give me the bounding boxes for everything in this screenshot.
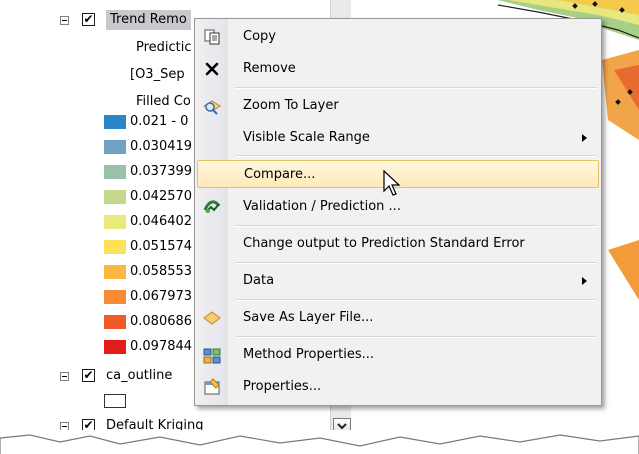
menu-separator: [235, 299, 597, 301]
menu-item-label: Validation / Prediction ...: [243, 199, 401, 214]
legend-label: 0.042570: [130, 189, 193, 204]
menu-item-label: Properties...: [243, 379, 322, 394]
layer-visibility-checkbox[interactable]: ✔: [82, 13, 95, 26]
menu-separator: [235, 336, 597, 338]
legend-swatch: [104, 140, 126, 154]
menu-item-remove[interactable]: Remove: [197, 55, 599, 83]
context-menu: Copy Remove Zoom To Layer Visible Scale …: [194, 18, 602, 406]
legend-label: 0.021 - 0: [130, 114, 189, 129]
legend-label: 0.037399: [130, 164, 193, 179]
menu-item-data[interactable]: Data: [197, 267, 599, 295]
screenshot-frame: ✔ Trend Remo Predictic [O3_Sep Filled Co…: [0, 0, 639, 454]
mouse-pointer-icon: [383, 170, 401, 196]
legend-label: 0.058553: [130, 264, 193, 279]
menu-item-label: Save As Layer File...: [243, 310, 374, 325]
layer-file-icon: [203, 311, 221, 325]
method-properties-icon: [203, 348, 221, 364]
torn-edge: [0, 430, 639, 454]
layer-subtitle: Filled Co: [136, 94, 191, 109]
menu-item-properties[interactable]: Properties...: [197, 373, 599, 401]
collapse-toggle[interactable]: [60, 16, 69, 25]
submenu-arrow-icon: [582, 277, 587, 285]
legend-swatch: [104, 215, 126, 229]
legend-swatch: [104, 340, 126, 354]
layer-subtitle: [O3_Sep: [130, 67, 185, 82]
menu-item-copy[interactable]: Copy: [197, 23, 599, 51]
menu-separator: [235, 262, 597, 264]
layer-name[interactable]: Trend Remo: [106, 10, 191, 30]
zoom-to-layer-icon: [203, 100, 221, 115]
menu-item-label: Zoom To Layer: [243, 98, 339, 113]
menu-item-label: Copy: [243, 29, 276, 44]
legend-label: 0.067973: [130, 289, 193, 304]
properties-icon: [204, 378, 220, 395]
legend-label: 0.030419: [130, 139, 193, 154]
menu-item-label: Data: [243, 273, 275, 288]
legend-swatch: [104, 165, 126, 179]
menu-separator: [235, 155, 597, 157]
menu-item-label: Remove: [243, 61, 296, 76]
submenu-arrow-icon: [582, 134, 587, 142]
layer-visibility-checkbox[interactable]: ✔: [82, 369, 95, 382]
copy-icon: [204, 29, 220, 45]
menu-item-change-output[interactable]: Change output to Prediction Standard Err…: [197, 230, 599, 258]
remove-icon: [205, 62, 219, 76]
layer-subtitle: Predictic: [136, 40, 192, 55]
legend-swatch: [104, 290, 126, 304]
menu-item-label: Visible Scale Range: [243, 130, 370, 145]
legend-label: 0.097844: [130, 339, 193, 354]
menu-item-method-properties[interactable]: Method Properties...: [197, 341, 599, 369]
outline-symbol: [104, 394, 126, 408]
menu-item-label: Change output to Prediction Standard Err…: [243, 236, 525, 251]
legend-swatch: [104, 115, 126, 129]
menu-separator: [235, 225, 597, 227]
menu-item-save-as-layer-file[interactable]: Save As Layer File...: [197, 304, 599, 332]
validation-icon: [203, 200, 221, 213]
legend-swatch: [104, 240, 126, 254]
menu-item-label: Method Properties...: [243, 347, 374, 362]
legend-label: 0.051574: [130, 239, 193, 254]
legend-swatch: [104, 315, 126, 329]
layer-name[interactable]: ca_outline: [106, 366, 172, 386]
collapse-toggle[interactable]: [60, 372, 69, 381]
menu-separator: [235, 87, 597, 89]
legend-label: 0.080686: [130, 314, 193, 329]
chevron-down-icon: [337, 423, 347, 430]
menu-item-visible-scale-range[interactable]: Visible Scale Range: [197, 124, 599, 152]
legend-label: 0.046402: [130, 214, 193, 229]
legend-swatch: [104, 190, 126, 204]
menu-item-label: Compare...: [244, 167, 316, 182]
menu-item-zoom-to-layer[interactable]: Zoom To Layer: [197, 92, 599, 120]
legend-swatch: [104, 265, 126, 279]
